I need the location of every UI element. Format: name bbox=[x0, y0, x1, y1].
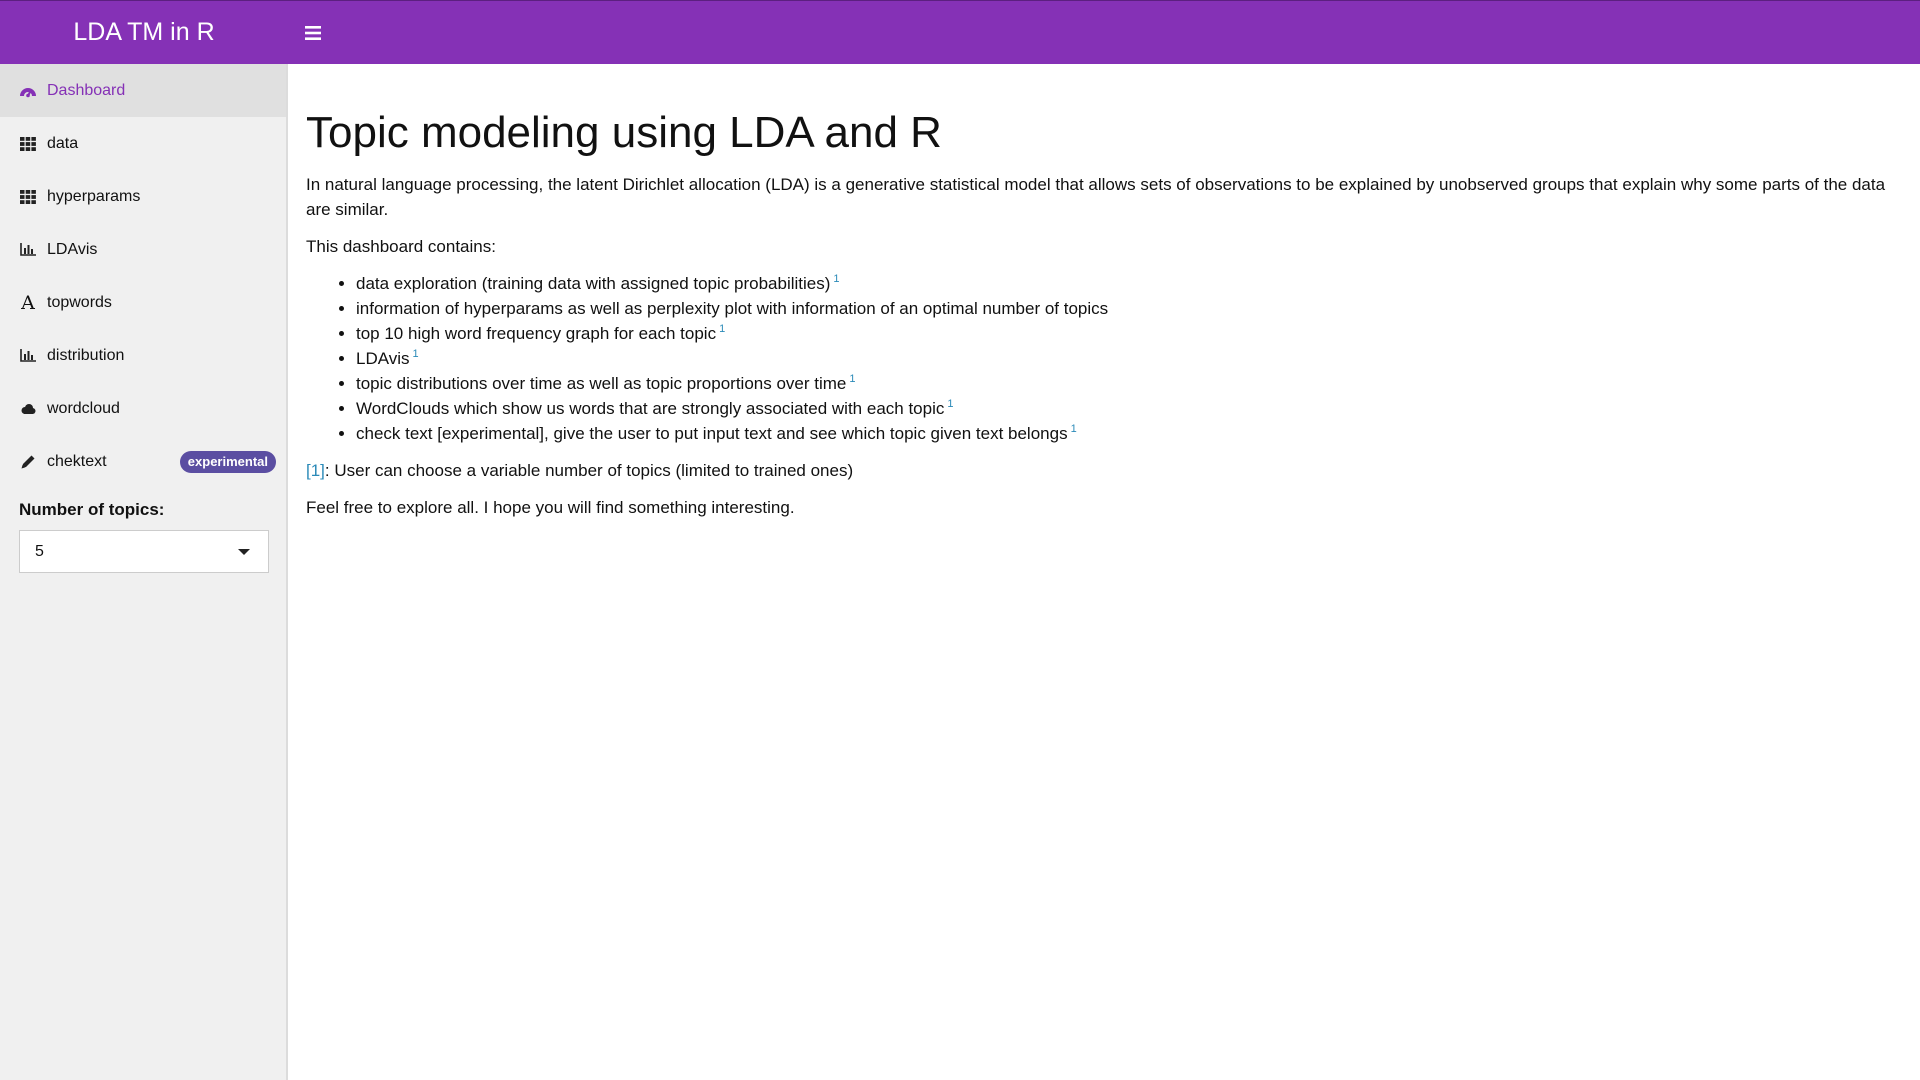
sidebar-toggle-button[interactable] bbox=[288, 1, 338, 65]
list-item: check text [experimental], give the user… bbox=[356, 421, 1906, 446]
footnote-marker[interactable]: 1 bbox=[1071, 423, 1077, 435]
sidebar: Dashboard data hyperparams LDAvis A topw… bbox=[0, 64, 286, 1080]
list-item: data exploration (training data with ass… bbox=[356, 271, 1906, 296]
sidebar-item-wordcloud[interactable]: wordcloud bbox=[0, 382, 286, 435]
sidebar-item-label: distribution bbox=[47, 346, 125, 364]
list-item-text: WordClouds which show us words that are … bbox=[356, 399, 945, 418]
footnote-text: : User can choose a variable number of t… bbox=[324, 461, 854, 480]
list-item: WordClouds which show us words that are … bbox=[356, 396, 1906, 421]
hamburger-icon bbox=[305, 25, 321, 40]
topics-select-label: Number of topics: bbox=[19, 500, 165, 519]
footnote-link[interactable]: [1] bbox=[306, 461, 325, 480]
grid-icon bbox=[19, 135, 37, 153]
closing-paragraph: Feel free to explore all. I hope you wil… bbox=[306, 498, 795, 517]
sidebar-item-label: topwords bbox=[47, 293, 112, 311]
topics-select[interactable]: 5 bbox=[19, 530, 269, 573]
sidebar-item-hyperparams[interactable]: hyperparams bbox=[0, 170, 286, 223]
sidebar-divider bbox=[286, 64, 288, 1080]
list-item: topic distributions over time as well as… bbox=[356, 371, 1906, 396]
sidebar-item-label: data bbox=[47, 134, 79, 152]
sidebar-item-data[interactable]: data bbox=[0, 117, 286, 170]
top-navbar: LDA TM in R bbox=[0, 0, 1920, 64]
list-item-text: top 10 high word frequency graph for eac… bbox=[356, 324, 717, 343]
list-item: LDAvis1 bbox=[356, 346, 1906, 371]
list-item: top 10 high word frequency graph for eac… bbox=[356, 321, 1906, 346]
footnote-marker[interactable]: 1 bbox=[947, 398, 953, 410]
cloud-icon bbox=[19, 400, 37, 418]
sidebar-item-topwords[interactable]: A topwords bbox=[0, 276, 286, 329]
footnote-marker[interactable]: 1 bbox=[833, 273, 839, 285]
sidebar-item-label: wordcloud bbox=[47, 399, 120, 417]
sidebar-item-label: Dashboard bbox=[47, 81, 126, 99]
footnote: [1]: User can choose a variable number o… bbox=[306, 458, 1906, 483]
grid-icon bbox=[19, 188, 37, 206]
caret-down-icon bbox=[238, 548, 250, 555]
intro-paragraph: In natural language processing, the late… bbox=[306, 175, 1886, 219]
tachometer-icon bbox=[19, 82, 37, 100]
sidebar-item-label: hyperparams bbox=[47, 187, 141, 205]
font-icon: A bbox=[21, 291, 35, 314]
features-list: data exploration (training data with ass… bbox=[306, 271, 1906, 446]
list-item: information of hyperparams as well as pe… bbox=[356, 296, 1906, 321]
contains-label: This dashboard contains: bbox=[306, 237, 496, 256]
sidebar-item-distribution[interactable]: distribution bbox=[0, 329, 286, 382]
footnote-marker[interactable]: 1 bbox=[719, 323, 725, 335]
sidebar-item-chektext[interactable]: chektext experimental bbox=[0, 435, 286, 488]
topics-select-value: 5 bbox=[35, 542, 44, 560]
list-item-text: LDAvis bbox=[356, 349, 410, 368]
sidebar-item-dashboard[interactable]: Dashboard bbox=[0, 64, 286, 117]
page-title: Topic modeling using LDA and R bbox=[306, 108, 942, 157]
list-item-text: topic distributions over time as well as… bbox=[356, 374, 847, 393]
list-item-text: data exploration (training data with ass… bbox=[356, 274, 831, 293]
list-item-text: check text [experimental], give the user… bbox=[356, 424, 1068, 443]
bar-chart-icon bbox=[19, 241, 37, 259]
pencil-icon bbox=[19, 453, 37, 471]
sidebar-item-label: LDAvis bbox=[47, 240, 98, 258]
sidebar-menu: Dashboard data hyperparams LDAvis A topw… bbox=[0, 64, 286, 488]
footnote-marker[interactable]: 1 bbox=[413, 348, 419, 360]
sidebar-item-ldavis[interactable]: LDAvis bbox=[0, 223, 286, 276]
list-item-text: information of hyperparams as well as pe… bbox=[356, 299, 1109, 318]
sidebar-item-label: chektext bbox=[47, 452, 107, 470]
bar-chart-icon bbox=[19, 347, 37, 365]
main-content: Topic modeling using LDA and R In natura… bbox=[306, 64, 1906, 532]
app-title[interactable]: LDA TM in R bbox=[0, 1, 288, 65]
footnote-marker[interactable]: 1 bbox=[849, 373, 855, 385]
experimental-badge: experimental bbox=[179, 451, 276, 473]
